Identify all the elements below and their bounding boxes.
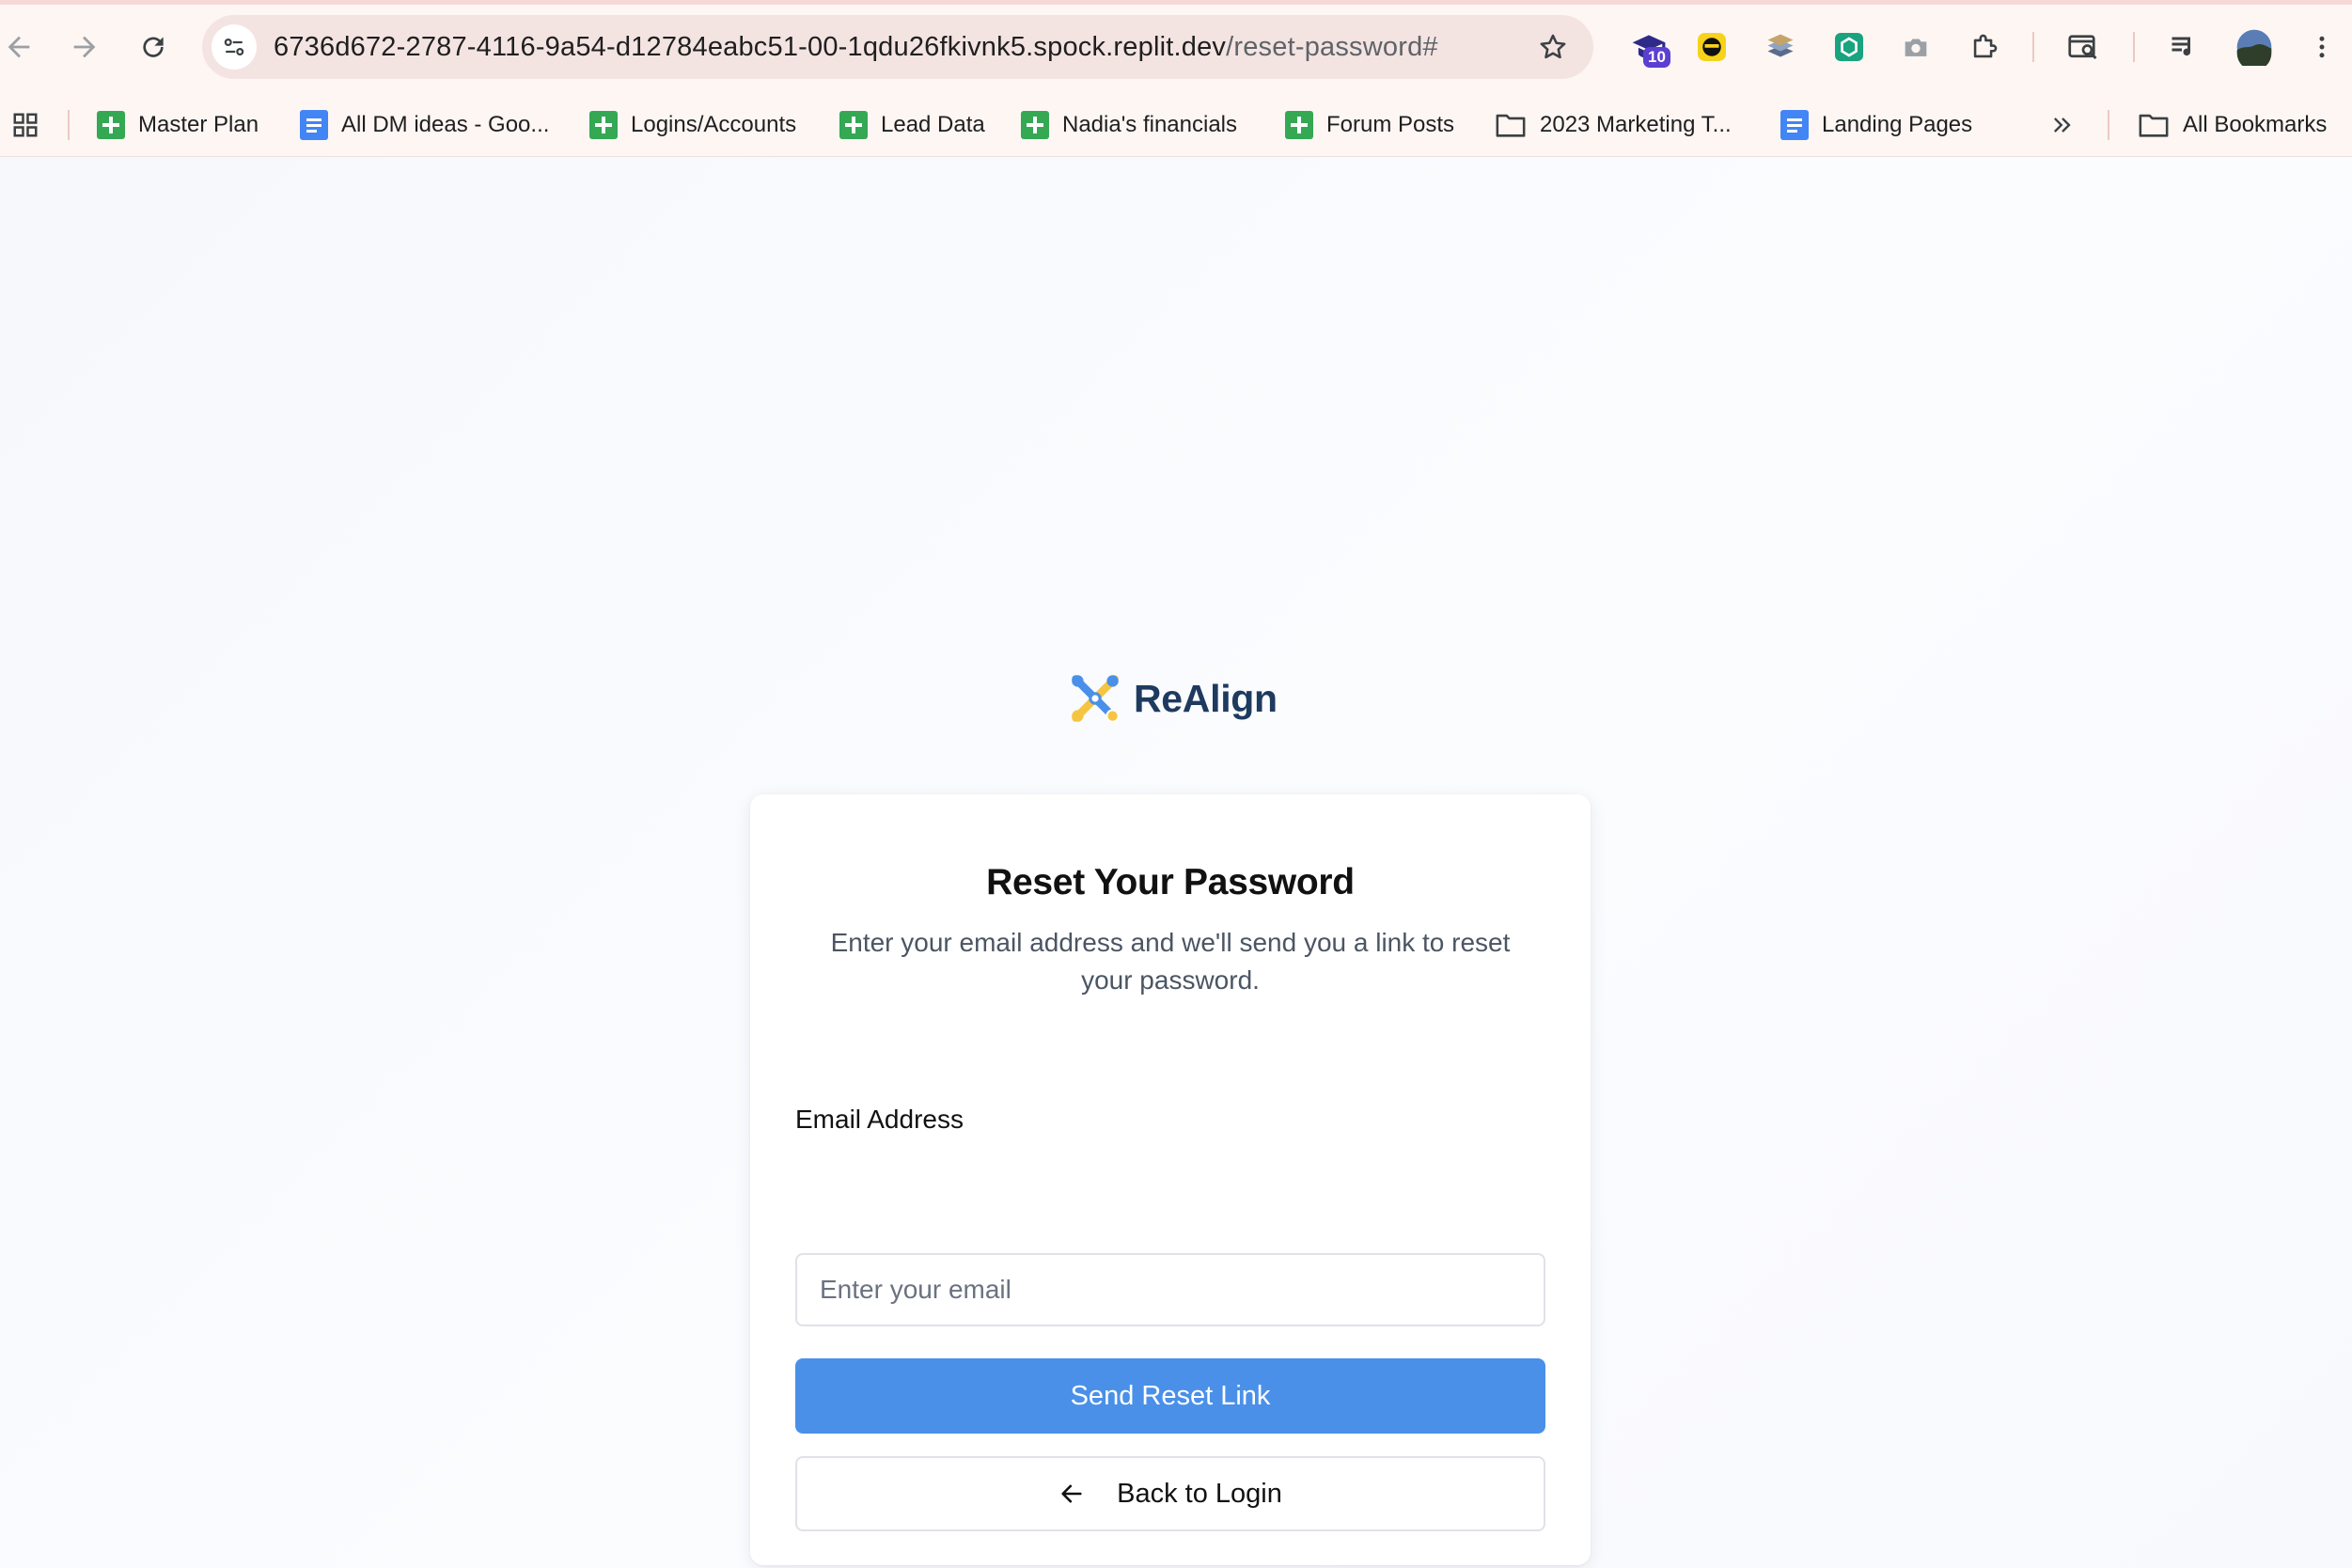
brand-name: ReAlign	[1134, 676, 1278, 720]
profile-avatar[interactable]	[2232, 24, 2277, 70]
document-icon	[300, 110, 328, 140]
brand-logo[interactable]: ReAlign	[1066, 665, 1278, 732]
tab-strip-edge	[0, 0, 2352, 5]
bookmark-label: Nadia's financials	[1062, 112, 1238, 137]
realign-logo-icon	[1072, 675, 1120, 723]
bookmark-item[interactable]: Landing Pages	[1780, 94, 1972, 156]
url-text[interactable]: 6736d672-2787-4116-9a54-d12784eabc51-00-…	[274, 15, 1438, 79]
spreadsheet-icon	[839, 111, 868, 139]
books-extension-icon[interactable]	[1758, 24, 1803, 70]
bookmarks-separator	[2108, 110, 2109, 140]
bookmark-item[interactable]: Nadia's financials	[1021, 94, 1237, 156]
folder-icon	[2138, 111, 2170, 139]
camera-extension-icon[interactable]	[1893, 24, 1938, 70]
spreadsheet-icon	[1285, 111, 1313, 139]
bookmark-item[interactable]: Logins/Accounts	[589, 94, 796, 156]
bookmark-item[interactable]: Lead Data	[839, 94, 985, 156]
arrow-left-icon	[1058, 1481, 1085, 1507]
toolbar-separator	[2133, 32, 2135, 62]
spreadsheet-icon	[97, 111, 125, 139]
bookmark-item[interactable]: Forum Posts	[1285, 94, 1454, 156]
url-path: /reset-password#	[1226, 32, 1438, 62]
folder-icon	[1495, 111, 1527, 139]
reset-password-card: Reset Your Password Enter your email add…	[750, 794, 1591, 1565]
search-tabs-icon[interactable]	[2061, 24, 2106, 70]
all-bookmarks-folder[interactable]: All Bookmarks	[2138, 94, 2327, 156]
extensions-puzzle-icon[interactable]	[1962, 24, 2007, 70]
bookmark-folder[interactable]: 2023 Marketing T...	[1495, 94, 1732, 156]
back-to-login-label: Back to Login	[1117, 1478, 1282, 1509]
bookmark-item[interactable]: All DM ideas - Goo...	[300, 94, 549, 156]
document-icon	[1780, 110, 1809, 140]
media-queue-icon[interactable]	[2162, 24, 2207, 70]
page-background: ReAlign Reset Your Password Enter your e…	[0, 157, 2352, 1568]
back-arrow-icon[interactable]	[0, 23, 43, 71]
page-title: Reset Your Password	[986, 862, 1355, 902]
send-reset-link-label: Send Reset Link	[1070, 1380, 1271, 1411]
bookmarks-separator	[68, 110, 70, 140]
back-to-login-button[interactable]: Back to Login	[795, 1456, 1545, 1531]
bookmark-item[interactable]: Master Plan	[97, 94, 259, 156]
browser-toolbar: 6736d672-2787-4116-9a54-d12784eabc51-00-…	[0, 0, 2352, 94]
send-reset-link-button[interactable]: Send Reset Link	[795, 1358, 1545, 1434]
bookmarks-bar: Master Plan All DM ideas - Goo... Logins…	[0, 94, 2352, 157]
bookmark-label: 2023 Marketing T...	[1540, 112, 1732, 137]
spreadsheet-icon	[1021, 111, 1049, 139]
more-menu-icon[interactable]	[2299, 24, 2344, 70]
address-bar[interactable]: 6736d672-2787-4116-9a54-d12784eabc51-00-…	[202, 15, 1593, 79]
toolbar-separator	[2032, 32, 2034, 62]
bookmark-label: Master Plan	[138, 112, 259, 137]
bookmark-label: Logins/Accounts	[631, 112, 797, 137]
apps-grid-icon[interactable]	[11, 94, 39, 156]
bookmark-label: Landing Pages	[1822, 112, 1973, 137]
bookmark-label: All Bookmarks	[2183, 112, 2328, 137]
chatgpt-extension-icon[interactable]	[1827, 24, 1872, 70]
chevron-double-right-icon[interactable]	[2049, 94, 2076, 156]
reload-icon[interactable]	[129, 23, 178, 71]
extension-badge: 10	[1643, 47, 1670, 68]
yellow-face-extension-icon[interactable]	[1689, 24, 1734, 70]
site-settings-icon[interactable]	[212, 24, 257, 70]
bookmark-star-icon[interactable]	[1532, 26, 1574, 68]
url-host: 6736d672-2787-4116-9a54-d12784eabc51-00-…	[274, 32, 1227, 62]
page-subtitle: Enter your email address and we'll send …	[830, 928, 1511, 995]
email-input[interactable]	[795, 1253, 1545, 1326]
bookmark-label: Forum Posts	[1326, 112, 1455, 137]
bookmark-label: Lead Data	[881, 112, 985, 137]
forward-arrow-icon[interactable]	[60, 23, 109, 71]
email-label: Email Address	[795, 1105, 964, 1134]
spreadsheet-icon	[589, 111, 618, 139]
bookmark-label: All DM ideas - Goo...	[341, 112, 550, 137]
